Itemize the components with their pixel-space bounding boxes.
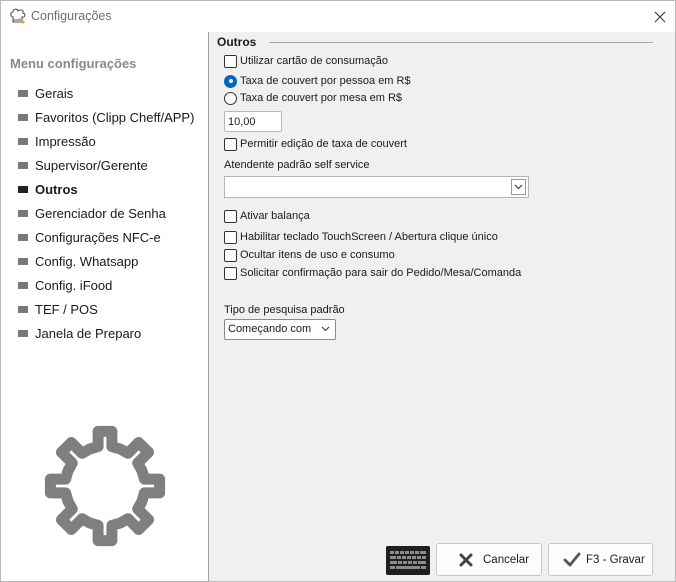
sidebar-item-impressao[interactable]: Impressão: [18, 131, 96, 151]
sidebar-item-label: Gerenciador de Senha: [35, 205, 166, 221]
checkbox-label: Habilitar teclado TouchScreen / Abertura…: [240, 231, 498, 243]
save-label: F3 - Gravar: [586, 553, 645, 566]
sidebar-item-gerais[interactable]: Gerais: [18, 83, 73, 103]
sidebar-item-supervisor[interactable]: Supervisor/Gerente: [18, 155, 148, 175]
bullet-icon: [18, 329, 28, 337]
sidebar-item-whatsapp[interactable]: Config. Whatsapp: [18, 251, 138, 271]
allow-edit-couvert-checkbox[interactable]: Permitir edição de taxa de couvert: [224, 136, 407, 152]
section-divider: [269, 42, 653, 43]
sidebar-item-label: Config. Whatsapp: [35, 253, 139, 269]
bullet-icon: [18, 113, 28, 121]
x-mark-icon: [459, 553, 473, 566]
sidebar-item-janela-preparo[interactable]: Janela de Preparo: [18, 323, 141, 343]
gear-icon: [44, 425, 166, 547]
bullet-icon: [18, 257, 28, 265]
dropdown-button[interactable]: [511, 179, 526, 195]
settings-window: Configurações Menu configurações Gerais …: [0, 0, 676, 582]
sidebar-item-label: Supervisor/Gerente: [35, 157, 148, 173]
close-icon: [654, 11, 666, 23]
checkbox-label: Utilizar cartão de consumação: [240, 55, 388, 67]
default-attendant-select[interactable]: [224, 176, 529, 198]
sidebar-item-favoritos[interactable]: Favoritos (Clipp Cheff/APP): [18, 107, 194, 127]
bullet-icon: [18, 185, 28, 193]
close-button[interactable]: [647, 5, 673, 29]
couvert-per-table-radio[interactable]: Taxa de couvert por mesa em R$: [224, 90, 402, 106]
sidebar-item-ifood[interactable]: Config. iFood: [18, 275, 112, 295]
checkbox-label: Ativar balança: [240, 210, 310, 222]
checkbox-box: [224, 248, 237, 262]
bullet-icon: [18, 161, 28, 169]
title-bar: Configurações: [1, 1, 675, 32]
sidebar-item-label: TEF / POS: [35, 301, 98, 317]
checkbox-label: Ocultar itens de uso e consumo: [240, 249, 395, 261]
bullet-icon: [18, 89, 28, 97]
default-attendant-label: Atendente padrão self service: [224, 159, 370, 171]
checkbox-label: Solicitar confirmação para sair do Pedid…: [240, 267, 522, 279]
sidebar-item-nfce[interactable]: Configurações NFC-e: [18, 227, 161, 247]
chef-hat-icon: [10, 8, 26, 24]
couvert-per-person-radio[interactable]: Taxa de couvert por pessoa em R$: [224, 73, 411, 89]
sidebar-item-tef-pos[interactable]: TEF / POS: [18, 299, 98, 319]
radio-label: Taxa de couvert por pessoa em R$: [240, 75, 411, 87]
sidebar-item-label: Configurações NFC-e: [35, 229, 161, 245]
chevron-down-icon: [321, 326, 330, 332]
search-type-select[interactable]: Começando com: [224, 319, 336, 340]
touch-keyboard-checkbox[interactable]: Habilitar teclado TouchScreen / Abertura…: [224, 229, 498, 245]
hide-usage-items-checkbox[interactable]: Ocultar itens de uso e consumo: [224, 247, 395, 263]
checkmark-icon: [563, 552, 581, 567]
couvert-value-input[interactable]: 10,00: [224, 111, 282, 132]
cancel-button[interactable]: Cancelar: [436, 543, 542, 576]
window-title: Configurações: [31, 9, 112, 23]
use-consumption-card-checkbox[interactable]: Utilizar cartão de consumação: [224, 53, 388, 69]
search-type-value: Começando com: [228, 323, 312, 335]
activate-scale-checkbox[interactable]: Ativar balança: [224, 208, 310, 224]
confirm-exit-checkbox[interactable]: Solicitar confirmação para sair do Pedid…: [224, 265, 521, 281]
sidebar-item-label: Config. iFood: [35, 277, 113, 293]
bullet-icon: [18, 305, 28, 313]
bullet-icon: [18, 137, 28, 145]
sidebar-heading: Menu configurações: [10, 56, 137, 71]
bullet-icon: [18, 233, 28, 241]
checkbox-box: [224, 266, 237, 280]
bullet-icon: [18, 281, 28, 289]
checkbox-label: Permitir edição de taxa de couvert: [240, 138, 407, 150]
sidebar-item-label: Gerais: [35, 85, 74, 101]
settings-content: Outros Utilizar cartão de consumação Tax…: [209, 32, 675, 581]
checkbox-box: [224, 230, 237, 244]
radio-circle: [224, 74, 237, 88]
radio-circle: [224, 91, 237, 105]
section-title: Outros: [217, 35, 257, 49]
cancel-label: Cancelar: [483, 553, 530, 566]
bullet-icon: [18, 209, 28, 217]
sidebar-item-outros[interactable]: Outros: [18, 179, 78, 199]
search-type-label: Tipo de pesquisa padrão: [224, 304, 345, 316]
chevron-down-icon: [514, 184, 523, 190]
sidebar-item-label: Impressão: [35, 133, 96, 149]
save-button[interactable]: F3 - Gravar: [548, 543, 653, 576]
checkbox-box: [224, 209, 237, 223]
checkbox-box: [224, 54, 237, 68]
sidebar-item-label: Outros: [35, 181, 78, 197]
sidebar-item-label: Janela de Preparo: [35, 325, 142, 341]
radio-label: Taxa de couvert por mesa em R$: [240, 92, 403, 104]
sidebar-item-gerenciador-senha[interactable]: Gerenciador de Senha: [18, 203, 166, 223]
keyboard-icon[interactable]: [386, 546, 430, 575]
checkbox-box: [224, 137, 237, 151]
sidebar-item-label: Favoritos (Clipp Cheff/APP): [35, 109, 195, 125]
